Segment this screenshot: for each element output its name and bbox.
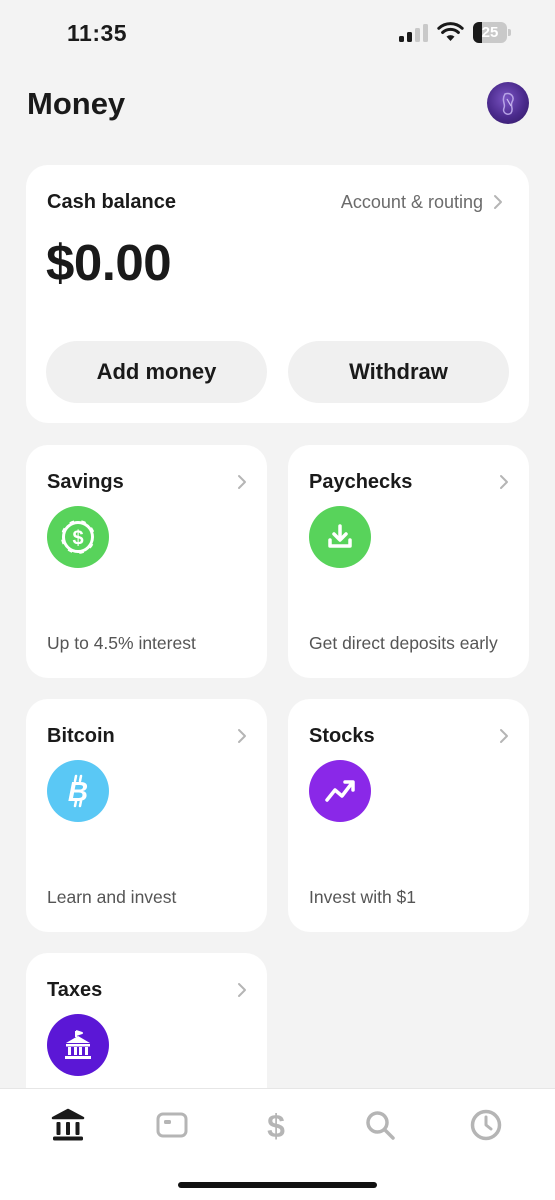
cash-balance-label: Cash balance: [47, 191, 176, 213]
download-icon: [309, 506, 371, 568]
tile-title: Bitcoin: [47, 725, 115, 747]
dollar-circle-icon: $: [47, 506, 109, 568]
add-money-button[interactable]: Add money: [46, 341, 267, 403]
chevron-right-icon: [237, 982, 247, 1003]
svg-text:$: $: [72, 528, 83, 550]
bank-icon: [47, 1014, 109, 1076]
trend-up-icon: [309, 760, 371, 822]
cash-balance-amount: $0.00: [46, 234, 172, 291]
svg-text:$: $: [267, 1108, 285, 1144]
account-routing-link[interactable]: Account & routing: [341, 192, 483, 213]
battery-icon: 25: [473, 22, 511, 43]
tile-subtitle: Invest with $1: [309, 887, 416, 907]
paychecks-tile[interactable]: Paychecks Get direct deposits early: [288, 445, 529, 678]
stocks-tile[interactable]: Stocks Invest with $1: [288, 699, 529, 932]
dollar-icon[interactable]: $: [256, 1105, 296, 1145]
cellular-signal-icon: [399, 24, 429, 42]
chevron-right-icon: [237, 728, 247, 749]
bitcoin-tile[interactable]: Bitcoin B Learn and invest: [26, 699, 267, 932]
home-icon[interactable]: [48, 1105, 88, 1145]
avatar[interactable]: [487, 82, 529, 124]
tile-title: Taxes: [47, 979, 103, 1001]
home-indicator: [178, 1182, 377, 1188]
tile-subtitle: Get direct deposits early: [309, 633, 498, 653]
battery-percent: 25: [481, 24, 499, 41]
clock-icon[interactable]: [466, 1105, 506, 1145]
tile-subtitle: Learn and invest: [47, 887, 177, 907]
tile-title: Paychecks: [309, 471, 413, 493]
chevron-right-icon: [499, 474, 509, 495]
withdraw-button[interactable]: Withdraw: [288, 341, 509, 403]
tile-title: Savings: [47, 471, 124, 493]
svg-text:B: B: [68, 776, 88, 807]
savings-tile[interactable]: Savings $ Up to 4.5% interest: [26, 445, 267, 678]
page-title: Money: [27, 86, 126, 121]
search-icon[interactable]: [360, 1105, 400, 1145]
tile-subtitle: Up to 4.5% interest: [47, 633, 196, 653]
chevron-right-icon: [237, 474, 247, 495]
card-icon[interactable]: [152, 1105, 192, 1145]
chevron-right-icon[interactable]: [493, 194, 503, 215]
chevron-right-icon: [499, 728, 509, 749]
status-bar: 11:35 25: [0, 0, 555, 66]
cash-balance-card: Cash balance Account & routing $0.00 Add…: [26, 165, 529, 423]
status-time: 11:35: [67, 20, 128, 46]
tile-title: Stocks: [309, 725, 375, 747]
bitcoin-icon: B: [47, 760, 109, 822]
wifi-icon: [437, 22, 464, 42]
